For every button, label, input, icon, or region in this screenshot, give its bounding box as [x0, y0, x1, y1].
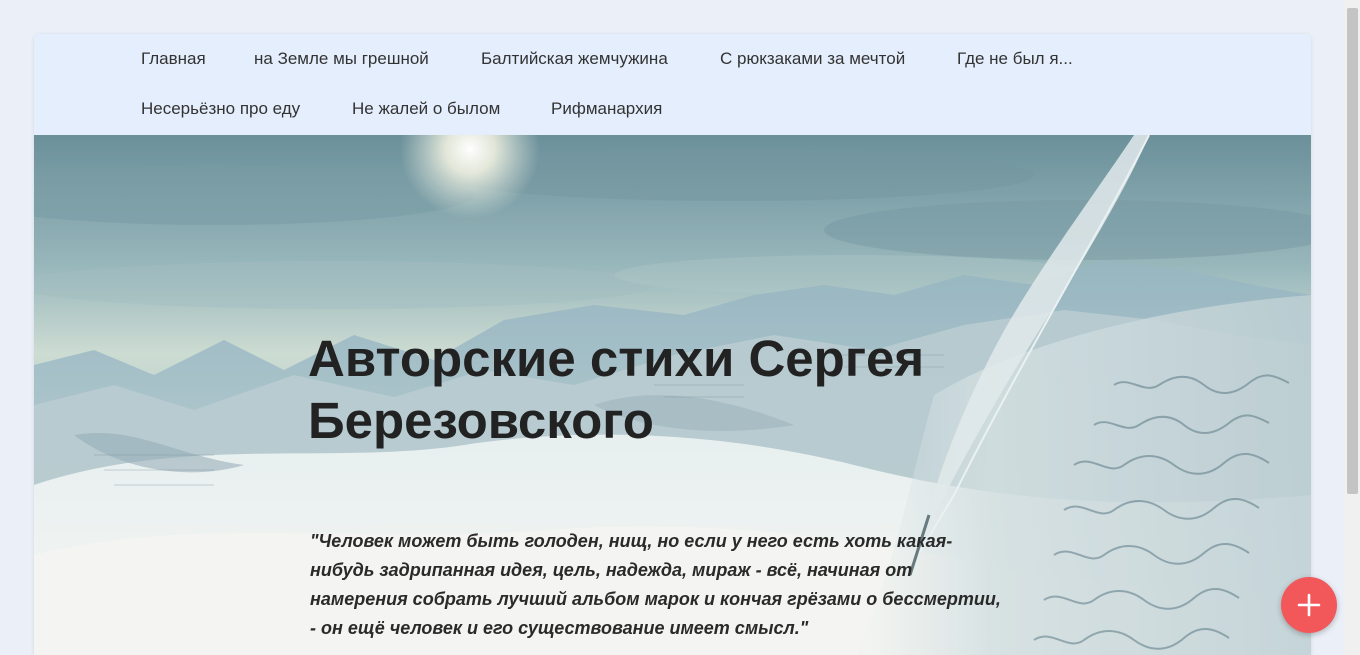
add-button[interactable]	[1281, 577, 1337, 633]
site-card: Главная на Земле мы грешной Балтийская ж…	[34, 34, 1311, 655]
hero-banner: Авторские стихи Сергея Березовского "Чел…	[34, 135, 1311, 655]
main-menu: Главная на Земле мы грешной Балтийская ж…	[34, 34, 1311, 135]
scrollbar-thumb[interactable]	[1347, 8, 1358, 494]
page: Главная на Земле мы грешной Балтийская ж…	[0, 0, 1360, 655]
menu-item-rhymes[interactable]: Рифманархия	[551, 99, 662, 119]
page-scrollbar[interactable]	[1345, 0, 1360, 655]
plus-icon	[1297, 593, 1321, 617]
menu-item-home[interactable]: Главная	[141, 49, 206, 69]
menu-item-where-not-been[interactable]: Где не был я...	[957, 49, 1073, 69]
menu-item-backpacks[interactable]: С рюкзаками за мечтой	[720, 49, 905, 69]
page-title: Авторские стихи Сергея Березовского	[308, 330, 925, 449]
hero-quote: "Человек может быть голоден, нищ, но есл…	[310, 531, 1001, 638]
menu-item-baltic-pearl[interactable]: Балтийская жемчужина	[481, 49, 668, 69]
menu-item-past[interactable]: Не жалей о былом	[352, 99, 500, 119]
menu-item-na-zemle[interactable]: на Земле мы грешной	[254, 49, 429, 69]
menu-item-food[interactable]: Несерьёзно про еду	[141, 99, 300, 119]
